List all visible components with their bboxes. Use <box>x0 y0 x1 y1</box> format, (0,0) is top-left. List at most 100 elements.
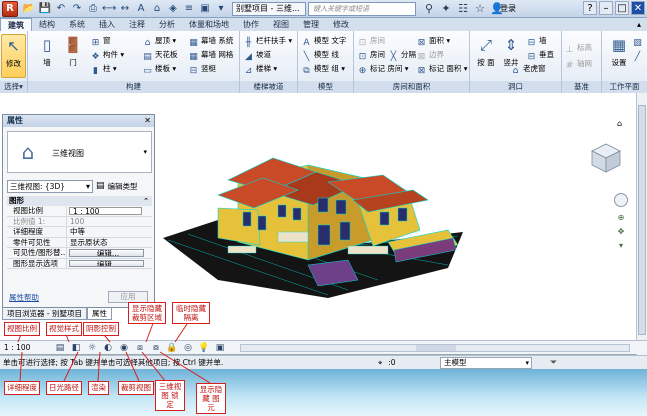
ref-plane-icon[interactable]: ╱ <box>632 48 645 62</box>
close-icon[interactable]: ✕ <box>144 115 151 127</box>
3d-view-icon[interactable]: ⌂ <box>150 2 164 16</box>
model-text-button[interactable]: A 模型 文字 <box>301 34 346 48</box>
vertical-scroll-thumb[interactable] <box>638 105 646 335</box>
mullion-button[interactable]: ⊟ 竖梃 <box>188 62 216 76</box>
by-face-button[interactable]: ⤢ 按 面 <box>473 34 499 78</box>
horizontal-scrollbar[interactable] <box>240 344 630 352</box>
qat-dropdown-icon[interactable]: ▾ <box>214 2 228 16</box>
type-selector[interactable]: ⌂ 三维视图 ▾ <box>7 131 152 173</box>
nav-dropdown-icon[interactable]: ▾ <box>614 240 628 252</box>
wall-button[interactable]: ▯ 墙 <box>34 34 60 78</box>
binoculars-icon[interactable]: ⚲ <box>422 1 436 17</box>
pan-icon[interactable]: ✥ <box>614 226 628 238</box>
dormer-button[interactable]: ⌂ 老虎窗 <box>510 62 546 76</box>
tag-room-button[interactable]: ⊕ 标记 房间 ▾ <box>357 62 409 76</box>
crop-view-icon[interactable]: ⧈ <box>134 342 146 354</box>
component-button[interactable]: ❖ 构件 ▾ <box>90 48 124 62</box>
tab-manage[interactable]: 管理 <box>296 18 326 31</box>
curtain-grid-button[interactable]: ▦ 幕墙 网格 <box>188 48 233 62</box>
show-crop-icon[interactable]: ⧇ <box>150 342 162 354</box>
search-input[interactable]: 键入关键字或短语 <box>308 2 416 16</box>
villa-3d-model[interactable] <box>158 150 468 300</box>
reveal-hidden-icon[interactable]: 💡 <box>198 342 210 354</box>
grid-button[interactable]: # 轴网 <box>564 57 592 71</box>
steering-wheel-icon[interactable] <box>614 193 628 207</box>
undo-icon[interactable]: ↶ <box>54 2 68 16</box>
model-group-button[interactable]: ⧉ 模型 组 ▾ <box>301 62 345 76</box>
pick-icon[interactable]: ⌖ <box>378 357 382 369</box>
tab-systems[interactable]: 系统 <box>62 18 92 31</box>
filter-icon[interactable]: ⏷ <box>550 357 557 369</box>
lock-3d-icon[interactable]: 🔒 <box>166 342 178 354</box>
vertical-scrollbar[interactable] <box>636 93 647 355</box>
tab-annotate[interactable]: 注释 <box>122 18 152 31</box>
close-button[interactable]: ✕ <box>631 1 645 15</box>
tag-area-button[interactable]: ⊠ 标记 面积 ▾ <box>416 62 468 76</box>
instance-filter-select[interactable]: 三维视图: {3D} <box>7 179 93 193</box>
ceiling-button[interactable]: ▤ 天花板 <box>142 48 177 62</box>
ramp-button[interactable]: ◢ 坡道 <box>243 48 271 62</box>
vertical-opening-button[interactable]: ⊟ 垂直 <box>526 48 554 62</box>
zoom-icon[interactable]: ⊕ <box>614 212 628 224</box>
home-icon[interactable]: ⌂ <box>617 119 622 128</box>
tab-structure[interactable]: 结构 <box>32 18 62 31</box>
redo-icon[interactable]: ↷ <box>70 2 84 16</box>
column-button[interactable]: ▮ 柱 ▾ <box>90 62 117 76</box>
door-button[interactable]: 🚪 门 <box>60 34 86 78</box>
tab-massing-site[interactable]: 体量和场地 <box>182 18 236 31</box>
view-scale-field[interactable]: 1 : 100 <box>69 207 142 215</box>
edit-type-icon[interactable]: ▤ <box>96 181 105 191</box>
edit-type-button[interactable]: 编辑类型 <box>108 181 138 192</box>
render-icon[interactable]: ◉ <box>118 342 130 354</box>
section-icon[interactable]: ◈ <box>166 2 180 16</box>
analysis-icon[interactable]: ▣ <box>214 342 226 354</box>
type-dropdown-icon[interactable]: ▾ <box>143 148 147 156</box>
floor-button[interactable]: ▭ 楼板 ▾ <box>142 62 176 76</box>
tab-insert[interactable]: 插入 <box>92 18 122 31</box>
properties-help-link[interactable]: 属性帮助 <box>9 292 39 303</box>
ribbon-collapse-icon[interactable]: ▴ <box>631 18 647 31</box>
room-separator-button[interactable]: ╳ 分隔 <box>388 48 416 62</box>
panel-title-room-area[interactable]: 房间和面积 <box>354 81 469 93</box>
view-scale-control[interactable]: 1 : 100 <box>4 341 30 355</box>
subscription-icon[interactable]: ✦ <box>439 1 453 17</box>
viewcube[interactable] <box>588 140 624 176</box>
application-menu-button[interactable]: R <box>2 1 18 17</box>
area-button[interactable]: ⊠ 面积 ▾ <box>416 34 450 48</box>
detail-level-icon[interactable]: ▤ <box>54 342 66 354</box>
visual-style-icon[interactable]: ◧ <box>70 342 82 354</box>
level-button[interactable]: ⊥ 标高 <box>564 41 592 55</box>
roof-button[interactable]: ⌂ 屋顶 ▾ <box>142 34 177 48</box>
dimension-icon[interactable]: ↔ <box>118 2 132 16</box>
wall-opening-button[interactable]: ⊟ 墙 <box>526 34 547 48</box>
window-button[interactable]: ⊞ 窗 <box>90 34 111 48</box>
room-button[interactable]: ⊡ 房间 <box>357 48 385 62</box>
stair-button[interactable]: ⊿ 楼梯 ▾ <box>243 62 277 76</box>
minimize-button[interactable]: – <box>599 1 613 15</box>
group-graphics[interactable]: 图形 ⌃ <box>7 196 152 206</box>
close-hidden-icon[interactable]: ▣ <box>198 2 212 16</box>
save-icon[interactable]: 💾 <box>38 2 52 16</box>
model-line-button[interactable]: ╲ 模型 线 <box>301 48 339 62</box>
temp-hide-icon[interactable]: ◎ <box>182 342 194 354</box>
measure-icon[interactable]: ⟷ <box>102 2 116 16</box>
text-icon[interactable]: A <box>134 2 148 16</box>
maximize-button[interactable]: □ <box>615 1 629 15</box>
show-workplane-icon[interactable]: ▧ <box>632 34 645 48</box>
print-icon[interactable]: ⎙ <box>86 2 100 16</box>
set-workplane-button[interactable]: ▦ 设置 <box>606 34 632 78</box>
panel-title-select[interactable]: 选择▾ <box>0 81 27 93</box>
tab-modify[interactable]: 修改 <box>326 18 356 31</box>
active-workset-select[interactable]: 主模型 <box>440 357 532 369</box>
graphics-edit-button[interactable]: 编辑... <box>69 259 144 267</box>
sun-path-icon[interactable]: ☼ <box>86 342 98 354</box>
railing-button[interactable]: ╫ 栏杆扶手 ▾ <box>243 34 292 48</box>
tab-architecture[interactable]: 建筑 <box>0 18 32 31</box>
tab-analyze[interactable]: 分析 <box>152 18 182 31</box>
communication-icon[interactable]: ☷ <box>456 1 470 17</box>
open-icon[interactable]: 📂 <box>22 2 36 16</box>
tab-view[interactable]: 视图 <box>266 18 296 31</box>
horizontal-scroll-thumb[interactable] <box>416 345 456 351</box>
login-link[interactable]: 登录 <box>500 2 516 16</box>
favorites-icon[interactable]: ☆ <box>473 1 487 17</box>
